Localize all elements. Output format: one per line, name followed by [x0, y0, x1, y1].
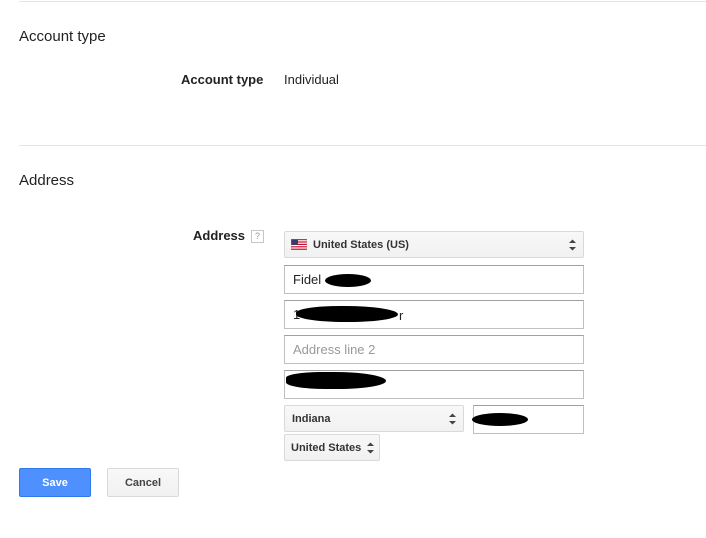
account-type-value: Individual: [284, 72, 339, 87]
redaction-mark-city: [286, 372, 386, 389]
top-divider: [19, 1, 706, 2]
account-type-label: Account type: [181, 72, 264, 87]
redaction-mark-zip: [472, 413, 528, 426]
chevron-updown-icon: [449, 413, 456, 424]
cancel-button[interactable]: Cancel: [107, 468, 179, 497]
country-bottom-select-value: United States: [291, 441, 362, 454]
account-type-section-title: Account type: [19, 28, 106, 45]
country-select-value: United States (US): [313, 238, 409, 251]
country-select[interactable]: United States (US): [284, 231, 584, 258]
address-line-2-input[interactable]: [284, 335, 584, 364]
chevron-updown-icon: [367, 442, 374, 453]
state-select[interactable]: Indiana: [284, 405, 464, 432]
redaction-mark-name: [325, 274, 371, 287]
section-divider: [19, 145, 706, 146]
help-icon[interactable]: ?: [251, 230, 264, 243]
address-section-title: Address: [19, 172, 75, 189]
save-button[interactable]: Save: [19, 468, 91, 497]
street-address-suffix: r: [399, 308, 404, 323]
country-bottom-select[interactable]: United States: [284, 434, 380, 461]
state-select-value: Indiana: [292, 412, 331, 425]
chevron-updown-icon: [569, 239, 576, 250]
us-flag-icon: [291, 239, 307, 250]
address-label: Address: [193, 228, 246, 243]
redaction-mark-street: [296, 306, 398, 322]
